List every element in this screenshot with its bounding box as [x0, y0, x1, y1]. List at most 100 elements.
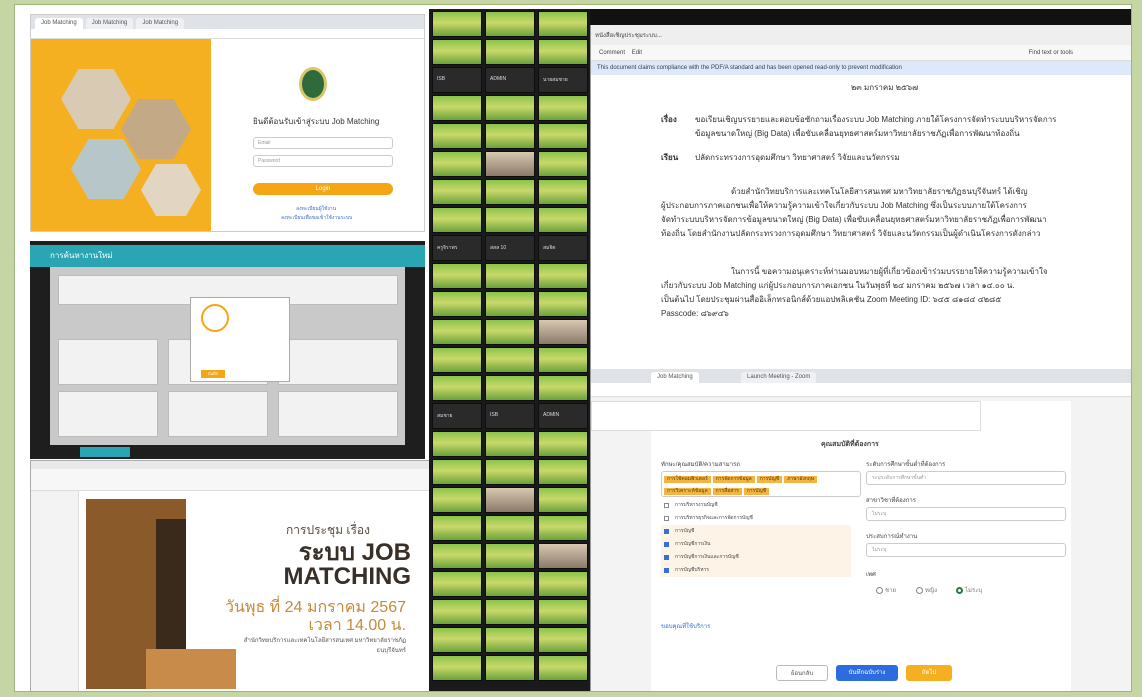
- participant-video-tile[interactable]: [432, 207, 482, 233]
- participant-video-tile[interactable]: [432, 347, 482, 373]
- slide-thumbnails[interactable]: [31, 491, 79, 691]
- participant-video-tile[interactable]: [538, 263, 588, 289]
- participant-video-tile[interactable]: [538, 319, 588, 345]
- skill-chip[interactable]: การจัดการข้อมูล: [712, 476, 755, 483]
- email-field[interactable]: Email: [253, 137, 393, 149]
- participant-video-tile[interactable]: [485, 375, 535, 401]
- participant-video-tile[interactable]: [538, 627, 588, 653]
- participant-video-tile[interactable]: [432, 571, 482, 597]
- skill-chip[interactable]: การสื่อสาร: [712, 488, 742, 495]
- skill-option[interactable]: การบัญชีการเงิน: [661, 538, 851, 551]
- gender-none-radio[interactable]: ไม่ระบุ: [956, 585, 982, 595]
- participant-video-tile[interactable]: [538, 179, 588, 205]
- participant-video-tile[interactable]: สมจิต: [538, 235, 588, 261]
- participant-video-tile[interactable]: [538, 291, 588, 317]
- form-address-bar[interactable]: [591, 383, 1131, 397]
- major-select[interactable]: ไม่ระบุ: [866, 507, 1066, 521]
- participant-video-tile[interactable]: [538, 95, 588, 121]
- job-card[interactable]: [58, 391, 158, 437]
- pdf-tab[interactable]: หนังสือเชิญประชุมระบบ...: [595, 30, 662, 40]
- participant-video-tile[interactable]: ครูจิราพร: [432, 235, 482, 261]
- participant-video-tile[interactable]: [432, 627, 482, 653]
- participant-video-tile[interactable]: [538, 487, 588, 513]
- skill-chip[interactable]: ภาษาอังกฤษ: [784, 476, 818, 483]
- skill-chip[interactable]: การบัญชี: [743, 488, 770, 495]
- modal-save-button[interactable]: บันทึก: [201, 370, 225, 378]
- exp-input[interactable]: ไม่ระบุ: [866, 543, 1066, 557]
- participant-video-tile[interactable]: [538, 431, 588, 457]
- skill-option[interactable]: การบริหารงานบัญชี: [661, 499, 851, 512]
- ribbon-tabs[interactable]: [31, 461, 469, 469]
- participant-video-tile[interactable]: [485, 207, 535, 233]
- participant-video-tile[interactable]: [432, 151, 482, 177]
- comment-menu[interactable]: Comment: [599, 50, 625, 56]
- gender-male-radio[interactable]: ชาย: [876, 585, 896, 595]
- participant-video-tile[interactable]: [432, 123, 482, 149]
- participant-video-tile[interactable]: [538, 151, 588, 177]
- participant-video-tile[interactable]: [432, 431, 482, 457]
- participant-video-tile[interactable]: ISB: [432, 67, 482, 93]
- participant-video-tile[interactable]: [485, 571, 535, 597]
- participant-video-tile[interactable]: [485, 347, 535, 373]
- edit-menu[interactable]: Edit: [632, 50, 642, 56]
- participant-video-tile[interactable]: สมชาย: [432, 403, 482, 429]
- next-button[interactable]: ถัดไป: [906, 665, 952, 681]
- participant-video-tile[interactable]: [538, 515, 588, 541]
- participant-video-tile[interactable]: [432, 39, 482, 65]
- participant-video-tile[interactable]: [485, 431, 535, 457]
- participant-video-tile[interactable]: [432, 11, 482, 37]
- participant-video-tile[interactable]: [538, 655, 588, 681]
- participant-video-tile[interactable]: [432, 487, 482, 513]
- participant-video-tile[interactable]: [538, 375, 588, 401]
- password-field[interactable]: Password: [253, 155, 393, 167]
- participant-video-tile[interactable]: [485, 515, 535, 541]
- participant-video-tile[interactable]: [538, 459, 588, 485]
- participant-video-tile[interactable]: [538, 599, 588, 625]
- skills-multiselect[interactable]: การใช้คอมพิวเตอร์ การจัดการข้อมูล การบัญชี…: [661, 471, 861, 497]
- register-link[interactable]: ลงทะเบียนผู้ใช้งาน: [296, 205, 336, 213]
- participant-video-tile[interactable]: [538, 347, 588, 373]
- participant-video-tile[interactable]: [538, 207, 588, 233]
- participant-video-tile[interactable]: [485, 263, 535, 289]
- participant-video-tile[interactable]: [538, 123, 588, 149]
- participant-video-tile[interactable]: [432, 655, 482, 681]
- participant-video-tile[interactable]: [432, 543, 482, 569]
- participant-video-tile[interactable]: [538, 543, 588, 569]
- skill-chip[interactable]: การใช้คอมพิวเตอร์: [664, 476, 711, 483]
- participant-video-tile[interactable]: [485, 179, 535, 205]
- skill-option[interactable]: การบัญชีบริหาร: [661, 564, 851, 577]
- participant-video-tile[interactable]: [485, 487, 535, 513]
- participant-video-tile[interactable]: นายสมชาย: [538, 67, 588, 93]
- job-card[interactable]: [278, 391, 398, 437]
- ribbon-toolbar[interactable]: [31, 469, 469, 491]
- participant-video-tile[interactable]: [432, 459, 482, 485]
- participant-video-tile[interactable]: [432, 319, 482, 345]
- browser-tab[interactable]: Job Matching: [136, 18, 185, 29]
- participant-video-tile[interactable]: [485, 291, 535, 317]
- zoom-tab[interactable]: Launch Meeting - Zoom: [741, 372, 817, 383]
- address-bar[interactable]: [31, 29, 424, 39]
- participant-video-tile[interactable]: [432, 375, 482, 401]
- browser-tab[interactable]: Job Matching: [85, 18, 134, 29]
- participant-video-tile[interactable]: [485, 39, 535, 65]
- participant-video-tile[interactable]: ADMIN: [485, 67, 535, 93]
- skill-chip[interactable]: การบัญชี: [756, 476, 783, 483]
- login-button[interactable]: Login: [253, 183, 393, 195]
- job-card[interactable]: [168, 391, 268, 437]
- participant-video-tile[interactable]: [485, 543, 535, 569]
- save-draft-button[interactable]: บันทึกฉบับร่าง: [836, 665, 898, 681]
- participant-video-tile[interactable]: [485, 151, 535, 177]
- skill-option[interactable]: การบริหารธุรกิจและการจัดการบัญชี: [661, 512, 851, 525]
- job-card[interactable]: [58, 339, 158, 385]
- find-tools[interactable]: Find text or tools: [1029, 45, 1073, 61]
- skill-option[interactable]: การบัญชีการเงินและการบัญชี: [661, 551, 851, 564]
- participant-video-tile[interactable]: [485, 123, 535, 149]
- participant-video-tile[interactable]: [485, 655, 535, 681]
- edu-select[interactable]: ระบุระดับการศึกษาขั้นต่ำ: [866, 471, 1066, 485]
- participant-video-tile[interactable]: [485, 95, 535, 121]
- add-link[interactable]: ขอบคุณที่ใช้บริการ: [661, 621, 710, 631]
- participant-video-tile[interactable]: [432, 95, 482, 121]
- job-card[interactable]: [278, 339, 398, 385]
- participant-video-tile[interactable]: ADMIN: [538, 403, 588, 429]
- form-tab[interactable]: Job Matching: [651, 372, 699, 383]
